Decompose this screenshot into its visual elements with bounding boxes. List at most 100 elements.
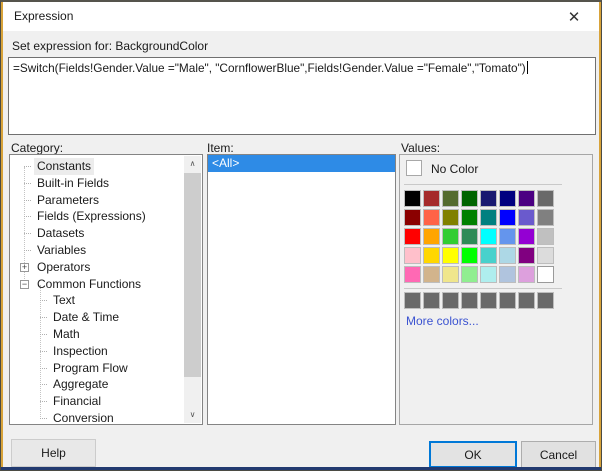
category-item-label: Variables [37, 242, 87, 257]
category-item-date-time[interactable]: Date & Time [10, 309, 184, 326]
color-swatch[interactable] [499, 209, 516, 226]
color-swatch[interactable] [518, 190, 535, 207]
color-swatch[interactable] [480, 190, 497, 207]
category-item-math[interactable]: Math [10, 326, 184, 343]
expression-input[interactable]: =Switch(Fields!Gender.Value ="Male", "Co… [8, 57, 596, 135]
divider [404, 184, 562, 185]
category-item-label: Text [53, 293, 76, 308]
category-item-label: Date & Time [53, 310, 120, 325]
category-item-variables[interactable]: Variables [10, 242, 184, 259]
expand-icon[interactable]: + [20, 262, 29, 272]
expression-text: =Switch(Fields!Gender.Value ="Male", "Co… [13, 61, 526, 75]
help-button[interactable]: Help [11, 439, 96, 467]
set-expression-label: Set expression for: BackgroundColor [12, 39, 209, 53]
custom-color-swatch[interactable] [518, 292, 535, 309]
color-swatch[interactable] [480, 209, 497, 226]
category-item-operators[interactable]: + Operators [10, 259, 184, 276]
custom-color-swatch[interactable] [423, 292, 440, 309]
scroll-down-button[interactable]: ∨ [184, 407, 201, 423]
more-colors-link[interactable]: More colors... [406, 314, 479, 328]
color-swatch[interactable] [518, 209, 535, 226]
color-swatch[interactable] [499, 247, 516, 264]
category-item-datasets[interactable]: Datasets [10, 225, 184, 242]
color-swatch[interactable] [537, 247, 554, 264]
category-item-program-flow[interactable]: Program Flow [10, 360, 184, 377]
category-item-label: Constants [34, 158, 95, 175]
tree-dash [40, 417, 47, 419]
cancel-button[interactable]: Cancel [521, 441, 596, 468]
divider [404, 288, 562, 289]
tree-dash [40, 401, 47, 403]
category-item-built-in-fields[interactable]: Built-in Fields [10, 175, 184, 192]
color-swatch[interactable] [442, 228, 459, 245]
custom-color-swatch[interactable] [499, 292, 516, 309]
color-swatch[interactable] [518, 266, 535, 283]
color-swatch[interactable] [442, 190, 459, 207]
custom-color-swatch[interactable] [442, 292, 459, 309]
scroll-up-icon: ∧ [189, 159, 196, 168]
category-item-label: Program Flow [53, 360, 128, 375]
color-swatch[interactable] [442, 266, 459, 283]
color-swatch[interactable] [423, 190, 440, 207]
item-row-all[interactable]: <All> [208, 155, 395, 172]
color-swatch[interactable] [480, 247, 497, 264]
category-item-common-functions[interactable]: − Common Functions [10, 276, 184, 293]
custom-color-swatch[interactable] [461, 292, 478, 309]
color-swatch[interactable] [537, 190, 554, 207]
color-swatch[interactable] [442, 209, 459, 226]
category-item-label: Built-in Fields [37, 175, 110, 190]
category-item-text[interactable]: Text [10, 292, 184, 309]
color-swatch[interactable] [423, 209, 440, 226]
color-swatch[interactable] [518, 247, 535, 264]
dialog-border-accent-right [599, 2, 601, 467]
category-item-inspection[interactable]: Inspection [10, 343, 184, 360]
no-color-swatch[interactable] [406, 160, 422, 176]
color-swatch[interactable] [499, 228, 516, 245]
color-swatch[interactable] [404, 190, 421, 207]
category-item-conversion[interactable]: Conversion [10, 410, 184, 424]
custom-color-swatch[interactable] [537, 292, 554, 309]
scroll-up-button[interactable]: ∧ [184, 156, 201, 172]
color-swatch[interactable] [423, 247, 440, 264]
close-button[interactable]: ✕ [553, 2, 595, 31]
color-swatch[interactable] [404, 209, 421, 226]
category-item-parameters[interactable]: Parameters [10, 192, 184, 209]
custom-color-swatch[interactable] [404, 292, 421, 309]
color-swatch[interactable] [423, 228, 440, 245]
color-swatch[interactable] [499, 190, 516, 207]
color-swatch[interactable] [461, 228, 478, 245]
color-swatch[interactable] [404, 247, 421, 264]
color-swatch[interactable] [480, 266, 497, 283]
color-palette [404, 190, 554, 283]
custom-color-swatch[interactable] [480, 292, 497, 309]
category-item-aggregate[interactable]: Aggregate [10, 376, 184, 393]
scrollbar-thumb[interactable] [184, 173, 201, 377]
category-item-label: Financial [53, 394, 102, 409]
color-swatch[interactable] [461, 209, 478, 226]
tree-dash [40, 317, 47, 319]
color-swatch[interactable] [518, 228, 535, 245]
color-swatch[interactable] [461, 266, 478, 283]
tree-dash [40, 350, 47, 352]
tree-dash [40, 300, 47, 302]
color-swatch[interactable] [537, 266, 554, 283]
title-bar: Expression ✕ [3, 2, 599, 31]
category-scrollbar[interactable]: ∧ ∨ [184, 156, 201, 423]
color-swatch[interactable] [499, 266, 516, 283]
color-swatch[interactable] [461, 247, 478, 264]
color-swatch[interactable] [423, 266, 440, 283]
color-swatch[interactable] [404, 228, 421, 245]
color-swatch[interactable] [404, 266, 421, 283]
color-swatch[interactable] [461, 190, 478, 207]
ok-button[interactable]: OK [429, 441, 517, 468]
color-swatch[interactable] [537, 209, 554, 226]
collapse-icon[interactable]: − [20, 279, 29, 289]
category-item-fields-expressions[interactable]: Fields (Expressions) [10, 208, 184, 225]
values-label: Values: [401, 141, 441, 155]
color-swatch[interactable] [442, 247, 459, 264]
color-swatch[interactable] [480, 228, 497, 245]
category-item-financial[interactable]: Financial [10, 393, 184, 410]
category-item-constants[interactable]: Constants [10, 158, 184, 175]
color-swatch[interactable] [537, 228, 554, 245]
no-color-label: No Color [431, 162, 479, 176]
